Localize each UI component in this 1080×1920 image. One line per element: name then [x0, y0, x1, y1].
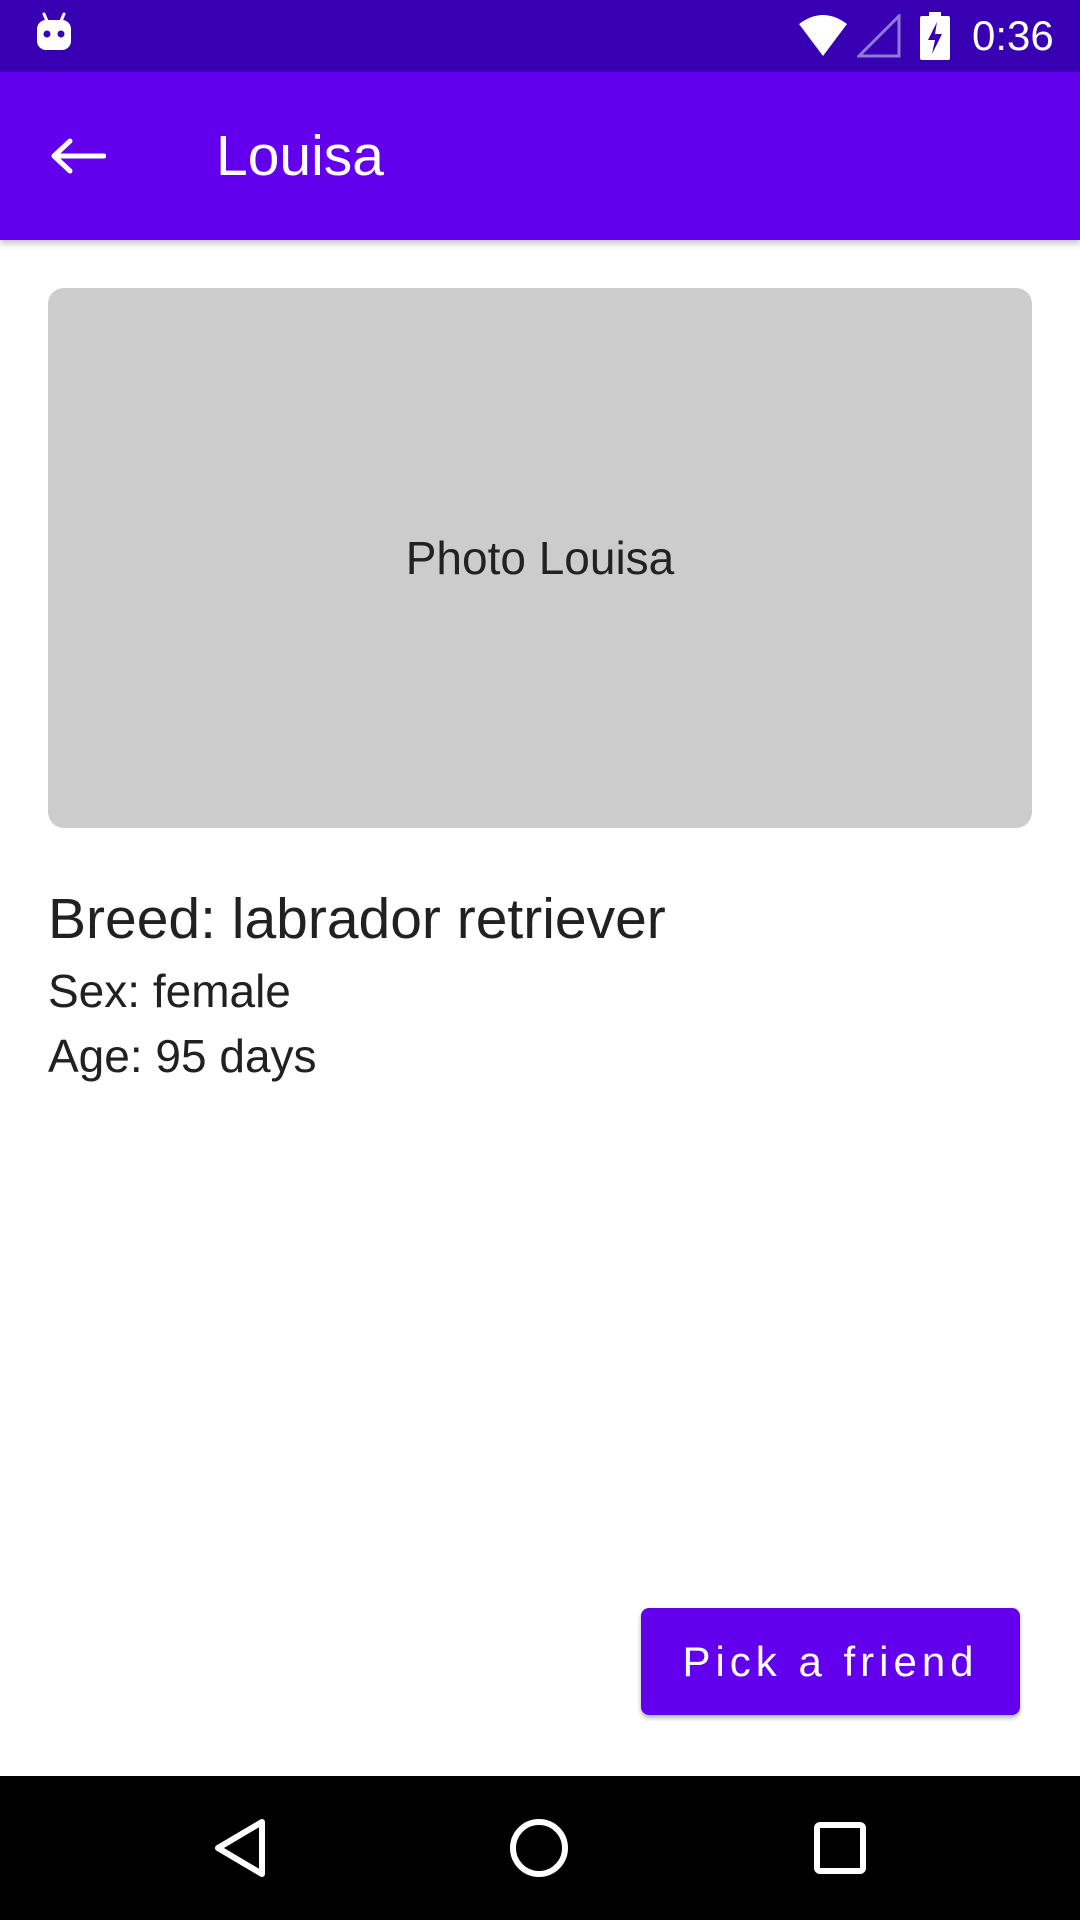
- back-button[interactable]: [28, 114, 112, 198]
- page-title: Louisa: [216, 124, 384, 188]
- status-time: 0:36: [972, 12, 1054, 59]
- nav-recents-icon[interactable]: [806, 1814, 874, 1882]
- status-bar: 0:36: [0, 0, 1080, 72]
- sex-text: Sex: female: [48, 965, 291, 1017]
- wifi-icon: [799, 15, 847, 56]
- pick-a-friend-label: Pick a friend: [682, 1637, 979, 1685]
- nav-home-icon[interactable]: [505, 1814, 573, 1882]
- top-app-bar: Louisa: [0, 72, 1080, 240]
- arrow-back-icon: [51, 138, 106, 174]
- pick-a-friend-button[interactable]: Pick a friend: [641, 1608, 1020, 1715]
- nav-back-icon[interactable]: [206, 1814, 274, 1882]
- cell-signal-icon: [857, 14, 901, 58]
- system-nav-bar: [0, 1776, 1080, 1920]
- battery-charging-icon: [920, 12, 950, 60]
- android-debug-icon: [37, 12, 71, 50]
- breed-text: Breed: labrador retriever: [48, 887, 666, 951]
- photo-label: Photo Louisa: [405, 532, 675, 584]
- dog-photo: Photo Louisa: [48, 288, 1032, 828]
- status-icons: 0:36: [780, 0, 1080, 72]
- age-text: Age: 95 days: [48, 1030, 317, 1082]
